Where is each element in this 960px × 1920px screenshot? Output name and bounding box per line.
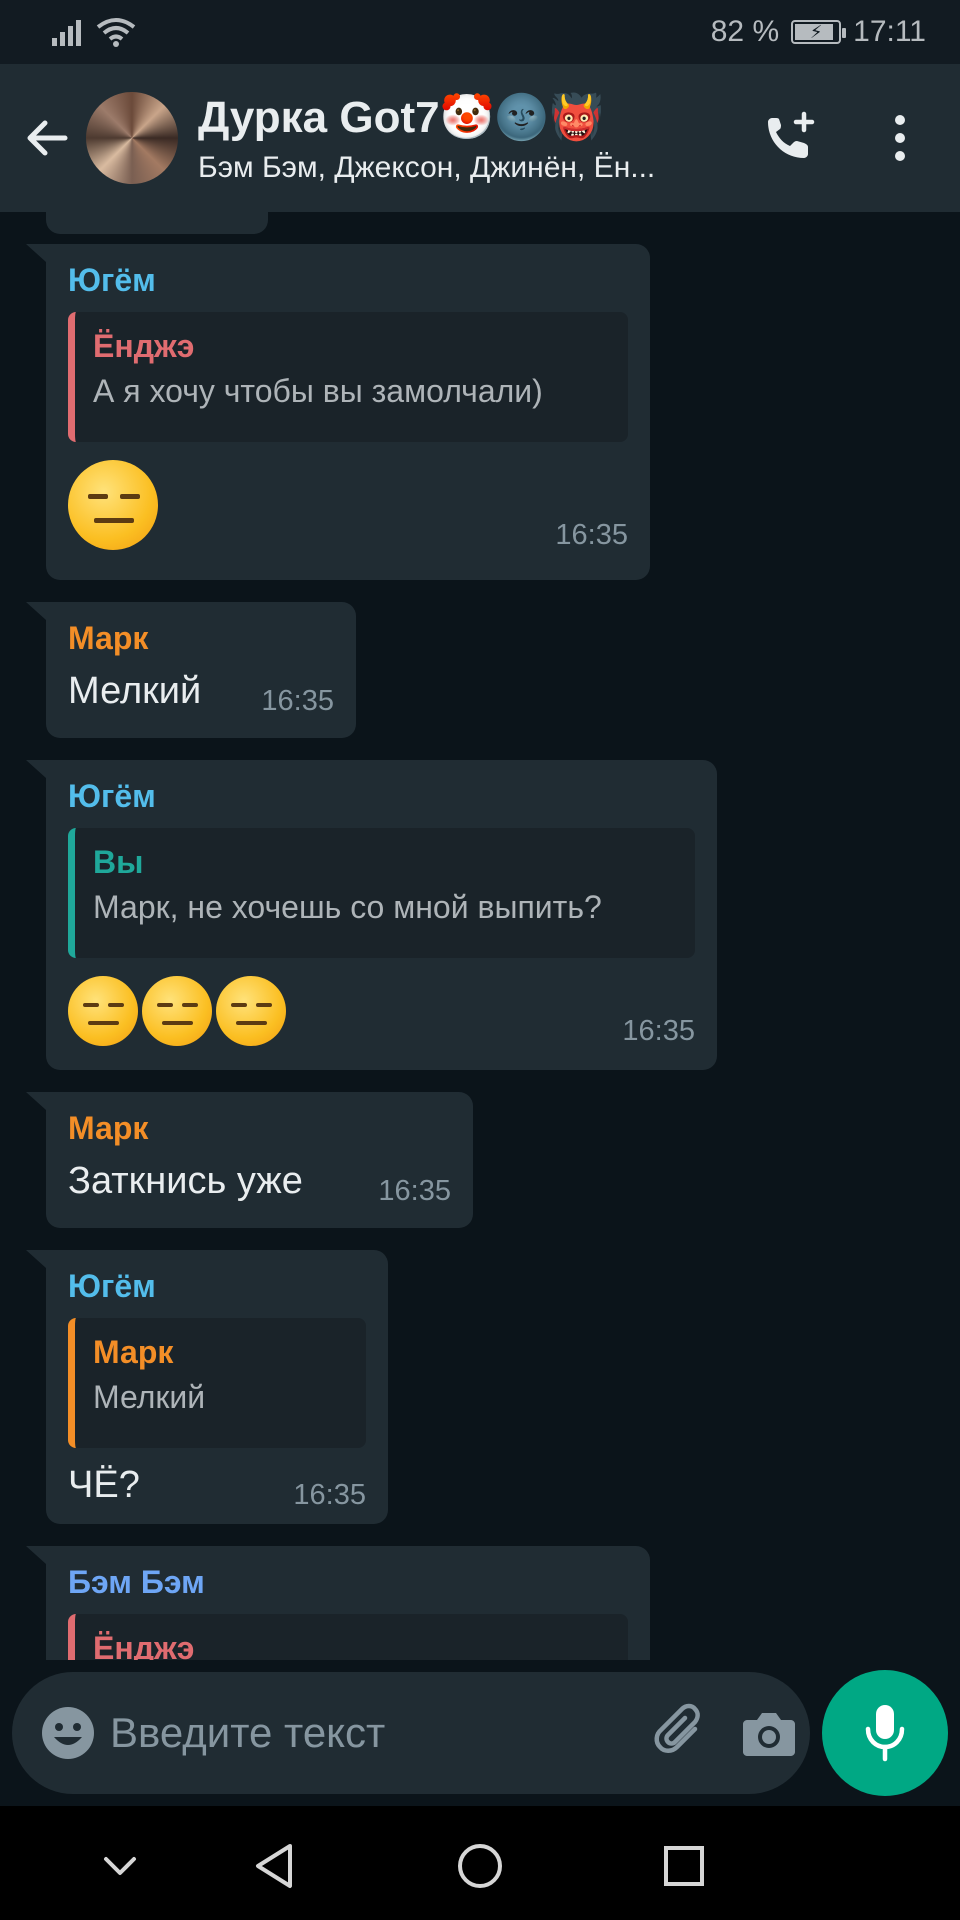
nav-down-icon (104, 1857, 136, 1875)
status-time: 17:11 (853, 15, 926, 48)
system-nav-bar (0, 1806, 960, 1920)
wifi-icon (96, 18, 136, 47)
quoted-message[interactable]: Марк Мелкий (68, 1318, 366, 1448)
quoted-sender: Вы (93, 844, 144, 880)
chat-title: Дурка Got7🤡🌚👹 (198, 93, 604, 142)
expressionless-emoji-icon (68, 976, 138, 1046)
message-text: ЧЁ? (68, 1464, 140, 1506)
emoji-icon (42, 1707, 94, 1759)
message-time: 16:35 (293, 1479, 366, 1511)
message-sender: Бэм Бэм (68, 1564, 205, 1600)
message-bubble[interactable]: Югём Вы Марк, не хочешь со мной выпить? (26, 760, 717, 1070)
partial-message-bubble[interactable] (46, 212, 268, 234)
message-input[interactable] (110, 1693, 651, 1773)
expressionless-emoji-icon (142, 976, 212, 1046)
battery-percent: 82 % (710, 15, 780, 48)
voice-record-button[interactable] (822, 1670, 948, 1796)
charging-bolt-icon: ⚡ (809, 22, 823, 42)
nav-home-button[interactable] (450, 1836, 510, 1896)
back-arrow-icon (27, 120, 68, 156)
nav-hide-button[interactable] (90, 1836, 150, 1896)
add-call-button[interactable] (750, 98, 830, 178)
quoted-message[interactable]: Ёнджэ А я хочу чтобы вы замолчали) (68, 312, 628, 442)
status-right: 82 % ⚡ 17:11 (711, 15, 926, 49)
quoted-sender: Ёнджэ (93, 1630, 195, 1660)
chat-info[interactable]: Дурка Got7🤡🌚👹 Бэм Бэм, Джексон, Джинён, … (198, 91, 750, 185)
message-bubble[interactable]: Бэм Бэм Ёнджэ (26, 1546, 650, 1660)
expressionless-emoji-icon (216, 976, 286, 1046)
camera-button[interactable] (741, 1693, 797, 1773)
compose-bar (0, 1660, 960, 1806)
message-body: 16:35 (68, 460, 628, 550)
quoted-sender: Марк (93, 1334, 174, 1370)
quoted-text: Мелкий (93, 1379, 206, 1415)
message-text: Заткнись уже (68, 1160, 303, 1202)
message-body: Заткнись уже 16:35 (68, 1156, 451, 1206)
message-time: 16:35 (555, 519, 628, 551)
message-time: 16:35 (622, 1015, 695, 1047)
quoted-text: Марк, не хочешь со мной выпить? (93, 889, 602, 925)
message-bubble[interactable]: Югём Ёнджэ А я хочу чтобы вы замолчали) … (26, 244, 650, 580)
microphone-icon (865, 1705, 905, 1762)
message-sender: Югём (68, 262, 156, 298)
nav-home-icon (458, 1844, 502, 1888)
message-body: 16:35 (68, 976, 695, 1046)
paperclip-icon (654, 1703, 700, 1753)
signal-icon (52, 20, 81, 46)
emoji-button[interactable] (40, 1693, 96, 1773)
quoted-text: А я хочу чтобы вы замолчали) (93, 373, 543, 409)
nav-back-icon (256, 1844, 292, 1888)
camera-icon (743, 1713, 795, 1756)
quoted-message[interactable]: Вы Марк, не хочешь со мной выпить? (68, 828, 695, 958)
message-sender: Югём (68, 778, 156, 814)
group-avatar[interactable] (86, 92, 178, 184)
message-list[interactable]: Югём Ёнджэ А я хочу чтобы вы замолчали) … (0, 212, 960, 1660)
more-vertical-icon (895, 115, 905, 161)
add-call-icon (768, 111, 815, 158)
message-bubble[interactable]: Югём Марк Мелкий ЧЁ? 16:35 (26, 1250, 388, 1524)
quoted-sender: Ёнджэ (93, 328, 195, 364)
status-bar: 82 % ⚡ 17:11 (0, 0, 960, 64)
message-time: 16:35 (378, 1175, 451, 1207)
message-bubble[interactable]: Марк Мелкий 16:35 (26, 602, 356, 738)
message-time: 16:35 (261, 685, 334, 717)
status-left (52, 17, 136, 47)
back-button[interactable] (12, 103, 82, 173)
message-body: Мелкий 16:35 (68, 666, 334, 716)
message-sender: Марк (68, 1110, 149, 1146)
quoted-message[interactable]: Ёнджэ (68, 1614, 628, 1660)
expressionless-emoji-icon (68, 460, 158, 550)
message-text: Мелкий (68, 670, 202, 712)
chat-participants: Бэм Бэм, Джексон, Джинён, Ён... (198, 151, 656, 184)
attach-button[interactable] (651, 1693, 711, 1773)
message-sender: Марк (68, 620, 149, 656)
compose-box (12, 1672, 810, 1794)
chat-header: Дурка Got7🤡🌚👹 Бэм Бэм, Джексон, Джинён, … (0, 64, 960, 212)
nav-back-button[interactable] (244, 1836, 304, 1896)
nav-recents-button[interactable] (654, 1836, 714, 1896)
message-body: ЧЁ? 16:35 (68, 1460, 366, 1510)
nav-recents-icon (664, 1846, 704, 1886)
more-options-button[interactable] (860, 98, 940, 178)
emoji-group (68, 976, 286, 1046)
message-sender: Югём (68, 1268, 156, 1304)
battery-icon: ⚡ (791, 20, 847, 44)
message-bubble[interactable]: Марк Заткнись уже 16:35 (26, 1092, 473, 1228)
